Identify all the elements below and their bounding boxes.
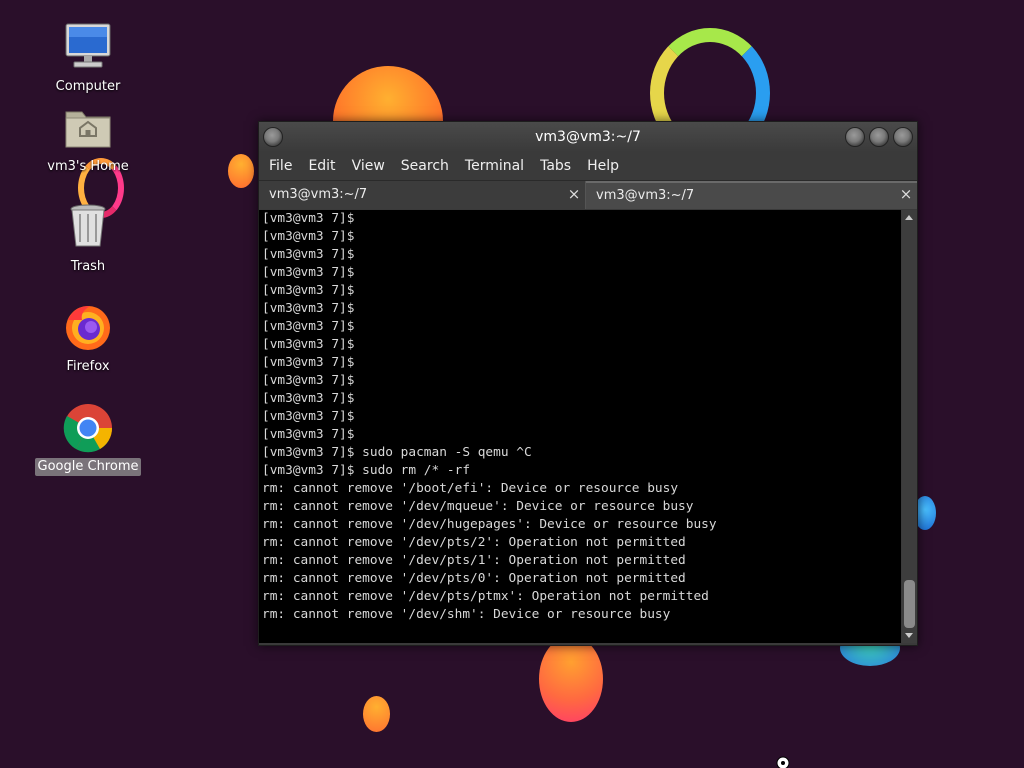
- wallpaper-bottom-orange-bubble: [363, 696, 390, 732]
- terminal-line: [vm3@vm3 7]$: [262, 229, 355, 244]
- desktop-icon-computer[interactable]: Computer: [33, 20, 143, 96]
- terminal-output[interactable]: [vm3@vm3 7]$ [vm3@vm3 7]$ [vm3@vm3 7]$ [vm3…: [259, 210, 901, 643]
- menu-view[interactable]: View: [344, 152, 393, 180]
- maximize-button[interactable]: [869, 127, 889, 147]
- scroll-up-arrow-icon[interactable]: [905, 215, 913, 220]
- tab-2[interactable]: vm3@vm3:~/7 ×: [586, 181, 917, 209]
- terminal-line: rm: cannot remove '/dev/pts/0': Operatio…: [262, 571, 686, 586]
- terminal-line: [vm3@vm3 7]$: [262, 337, 355, 352]
- desktop-icon-firefox[interactable]: Firefox: [33, 300, 143, 376]
- menu-edit[interactable]: Edit: [300, 152, 343, 180]
- mouse-cursor-icon: [776, 756, 790, 768]
- terminal-line: rm: cannot remove '/dev/mqueue': Device …: [262, 499, 694, 514]
- terminal-line: [vm3@vm3 7]$: [262, 247, 355, 262]
- desktop-icon-home[interactable]: vm3's Home: [33, 100, 143, 176]
- terminal-line: rm: cannot remove '/dev/hugepages': Devi…: [262, 517, 717, 532]
- desktop-icon-label: Google Chrome: [34, 458, 142, 476]
- firefox-icon: [60, 300, 116, 356]
- menu-bar: File Edit View Search Terminal Tabs Help: [259, 152, 917, 180]
- desktop-icon-trash[interactable]: Trash: [33, 200, 143, 276]
- menu-terminal[interactable]: Terminal: [457, 152, 532, 180]
- terminal-line: [vm3@vm3 7]$: [262, 355, 355, 370]
- terminal-line: [vm3@vm3 7]$: [262, 373, 355, 388]
- terminal-line: rm: cannot remove '/boot/efi': Device or…: [262, 481, 679, 496]
- desktop-icon-label: Trash: [70, 259, 106, 274]
- terminal-line: [vm3@vm3 7]$: [262, 211, 355, 226]
- home-folder-icon: [60, 100, 116, 156]
- window-titlebar[interactable]: vm3@vm3:~/7: [259, 122, 917, 152]
- trash-icon: [60, 200, 116, 256]
- chrome-icon: [60, 400, 116, 456]
- tab-label: vm3@vm3:~/7: [596, 188, 695, 203]
- minimize-button[interactable]: [845, 127, 865, 147]
- terminal-line: [vm3@vm3 7]$: [262, 391, 355, 406]
- tab-bar: vm3@vm3:~/7 × vm3@vm3:~/7 ×: [259, 180, 917, 209]
- terminal-line: [vm3@vm3 7]$ sudo pacman -S qemu ^C: [262, 445, 532, 460]
- computer-icon: [60, 20, 116, 76]
- desktop-icon-label: Firefox: [66, 359, 110, 374]
- tab-1[interactable]: vm3@vm3:~/7 ×: [259, 181, 586, 209]
- terminal-line: [vm3@vm3 7]$: [262, 319, 355, 334]
- terminal-line: [vm3@vm3 7]$: [262, 409, 355, 424]
- terminal-line: [vm3@vm3 7]$: [262, 265, 355, 280]
- scrollbar[interactable]: [902, 210, 917, 643]
- tab-close-icon[interactable]: ×: [565, 181, 583, 209]
- terminal-line: [vm3@vm3 7]$: [262, 427, 355, 442]
- tab-label: vm3@vm3:~/7: [269, 187, 368, 202]
- menu-file[interactable]: File: [261, 152, 300, 180]
- terminal-line: rm: cannot remove '/dev/pts/1': Operatio…: [262, 553, 686, 568]
- wallpaper-large-orange-bubble: [539, 636, 603, 722]
- terminal-line: rm: cannot remove '/dev/shm': Device or …: [262, 607, 671, 622]
- desktop-icon-label: Computer: [55, 79, 121, 94]
- terminal-line: rm: cannot remove '/dev/pts/ptmx': Opera…: [262, 589, 709, 604]
- terminal-text: [vm3@vm3 7]$ [vm3@vm3 7]$ [vm3@vm3 7]$ [vm3…: [259, 210, 901, 624]
- terminal-window[interactable]: vm3@vm3:~/7 File Edit View Search Termin…: [258, 121, 918, 646]
- close-button[interactable]: [893, 127, 913, 147]
- menu-help[interactable]: Help: [579, 152, 627, 180]
- tab-close-icon[interactable]: ×: [897, 183, 915, 211]
- wallpaper-small-orange-bubble: [228, 154, 254, 188]
- terminal-line: [vm3@vm3 7]$: [262, 283, 355, 298]
- menu-search[interactable]: Search: [393, 152, 457, 180]
- terminal-line: [vm3@vm3 7]$: [262, 301, 355, 316]
- scroll-thumb[interactable]: [904, 580, 915, 628]
- terminal-line: [vm3@vm3 7]$ sudo rm /* -rf: [262, 463, 471, 478]
- desktop-icon-label: vm3's Home: [47, 159, 129, 174]
- desktop-icon-chrome[interactable]: Google Chrome: [33, 400, 143, 476]
- menu-tabs[interactable]: Tabs: [532, 152, 579, 180]
- window-title: vm3@vm3:~/7: [535, 129, 641, 145]
- terminal-line: rm: cannot remove '/dev/pts/2': Operatio…: [262, 535, 686, 550]
- scroll-down-arrow-icon[interactable]: [905, 633, 913, 638]
